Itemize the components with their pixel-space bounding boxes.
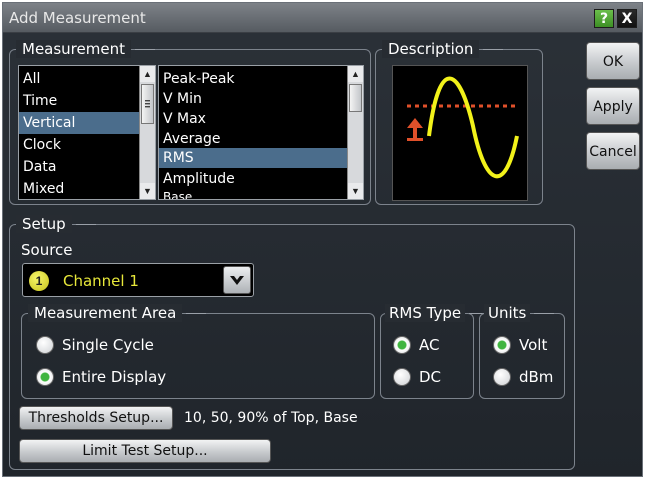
dropdown-button[interactable] (223, 266, 251, 294)
radio-rms-ac[interactable]: AC (393, 335, 463, 357)
measurement-legend: Measurement (16, 40, 155, 58)
radio-button[interactable] (393, 336, 411, 354)
close-icon[interactable]: X (617, 9, 637, 28)
radio-units-dbm[interactable]: dBm (493, 367, 561, 389)
scroll-thumb[interactable] (141, 84, 154, 124)
measurement-item-v-min[interactable]: V Min (159, 88, 347, 110)
radio-entire-display[interactable]: Entire Display (36, 367, 176, 389)
setup-legend: Setup (16, 215, 96, 233)
measurement-item-rms[interactable]: RMS (159, 148, 347, 168)
scroll-thumb[interactable] (349, 84, 362, 112)
apply-button[interactable]: Apply (586, 87, 640, 125)
cancel-button[interactable]: Cancel (586, 132, 640, 170)
measurement-item-average[interactable]: Average (159, 128, 347, 150)
scroll-up-icon[interactable]: ▲ (140, 66, 155, 82)
category-item-clock[interactable]: Clock (19, 134, 139, 156)
title-bar: Add Measurement ? X (3, 3, 642, 33)
measurement-scrollbar[interactable]: ▲ ▼ (347, 66, 363, 199)
measurement-list[interactable]: Peak-Peak V Min V Max Average RMS Amplit… (158, 65, 364, 200)
radio-rms-dc[interactable]: DC (393, 367, 463, 389)
scroll-down-icon[interactable]: ▼ (348, 183, 363, 199)
sine-wave-diagram (407, 76, 519, 179)
category-item-time[interactable]: Time (19, 90, 139, 112)
grip-icon (145, 100, 150, 108)
source-label: Source (21, 241, 73, 259)
sine-wave (427, 76, 519, 179)
units-legend: Units (484, 304, 555, 322)
category-item-data[interactable]: Data (19, 156, 139, 178)
description-legend: Description (382, 40, 504, 58)
window-title: Add Measurement (9, 9, 146, 27)
category-item-vertical[interactable]: Vertical (19, 112, 139, 134)
radio-button[interactable] (493, 336, 511, 354)
thresholds-info: 10, 50, 90% of Top, Base (184, 410, 358, 426)
radio-button[interactable] (36, 368, 54, 386)
help-icon[interactable]: ? (594, 9, 614, 28)
ok-button[interactable]: OK (586, 42, 640, 80)
chevron-down-icon (230, 276, 244, 285)
add-measurement-dialog: Add Measurement ? X Measurement All Time… (2, 2, 643, 477)
measurement-item-amplitude[interactable]: Amplitude (159, 168, 347, 190)
channel-badge: 1 (29, 271, 49, 291)
measurement-item-v-max[interactable]: V Max (159, 108, 347, 130)
measurement-item-peak-peak[interactable]: Peak-Peak (159, 68, 347, 90)
category-item-all[interactable]: All (19, 68, 139, 90)
source-dropdown[interactable]: 1 Channel 1 (22, 263, 254, 297)
radio-label: dBm (519, 368, 554, 386)
measurement-item-base[interactable]: Base (159, 190, 347, 199)
radio-label: AC (419, 336, 440, 354)
radio-label: Single Cycle (62, 336, 154, 354)
radio-units-volt[interactable]: Volt (493, 335, 561, 357)
limit-test-setup-button[interactable]: Limit Test Setup... (19, 439, 271, 463)
radio-button[interactable] (393, 368, 411, 386)
category-item-mixed[interactable]: Mixed (19, 178, 139, 199)
source-value: Channel 1 (63, 272, 139, 290)
thresholds-setup-button[interactable]: Thresholds Setup... (19, 406, 173, 430)
category-scrollbar[interactable]: ▲ ▼ (139, 66, 155, 199)
rms-type-legend: RMS Type (385, 304, 490, 322)
radio-button[interactable] (36, 336, 54, 354)
scroll-up-icon[interactable]: ▲ (348, 66, 363, 82)
measurement-area-legend: Measurement Area (28, 304, 207, 322)
scroll-down-icon[interactable]: ▼ (140, 183, 155, 199)
radio-button[interactable] (493, 368, 511, 386)
radio-label: Volt (519, 336, 548, 354)
up-arrow-icon (407, 118, 423, 128)
radio-label: DC (419, 368, 442, 386)
category-list[interactable]: All Time Vertical Clock Data Mixed ▲ ▼ (18, 65, 156, 200)
radio-label: Entire Display (62, 368, 167, 386)
description-preview (392, 65, 528, 201)
radio-single-cycle[interactable]: Single Cycle (36, 335, 176, 357)
